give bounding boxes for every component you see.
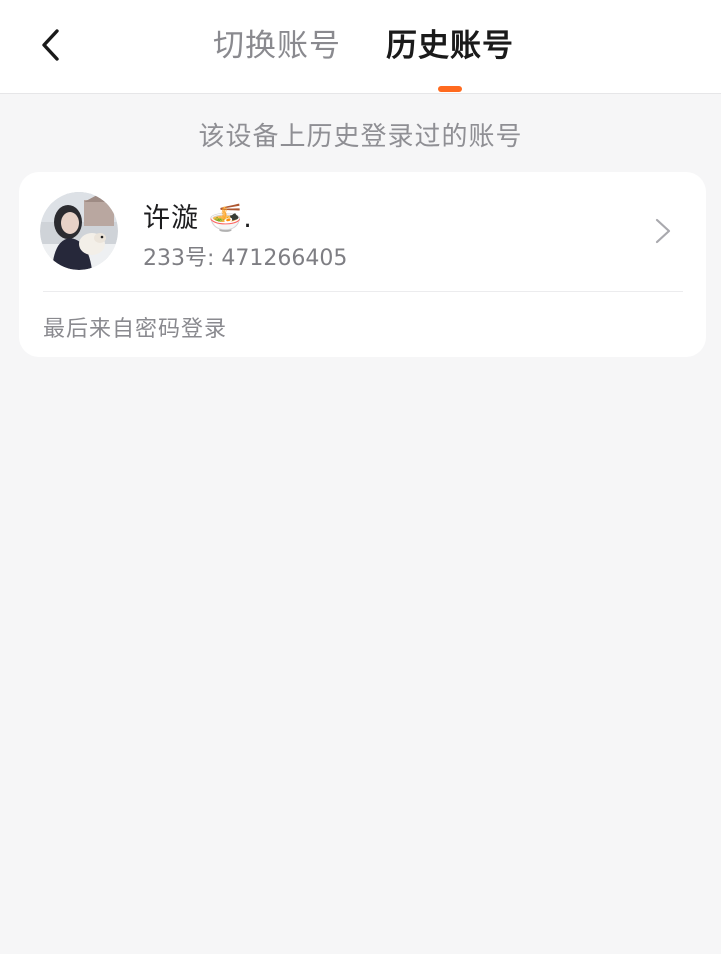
tab-history-account[interactable]: 历史账号	[386, 20, 514, 72]
history-account-card[interactable]: 许漩 🍜. 233号: 471266405 最后来自密码登录	[19, 172, 706, 357]
card-divider	[43, 291, 683, 292]
tab-switch-account[interactable]: 切换账号	[213, 20, 341, 72]
user-photo-avatar	[40, 192, 118, 270]
account-name: 许漩 🍜.	[143, 203, 253, 234]
chevron-right-icon	[655, 218, 671, 244]
avatar	[40, 192, 118, 270]
top-navigation-bar: 切换账号 历史账号	[0, 0, 721, 94]
active-tab-indicator	[438, 86, 462, 92]
account-id: 233号: 471266405	[143, 246, 348, 271]
last-login-method: 最后来自密码登录	[43, 317, 228, 342]
page-subtitle: 该设备上历史登录过的账号	[198, 122, 523, 152]
chevron-left-icon	[42, 29, 59, 61]
back-button[interactable]	[30, 22, 70, 68]
